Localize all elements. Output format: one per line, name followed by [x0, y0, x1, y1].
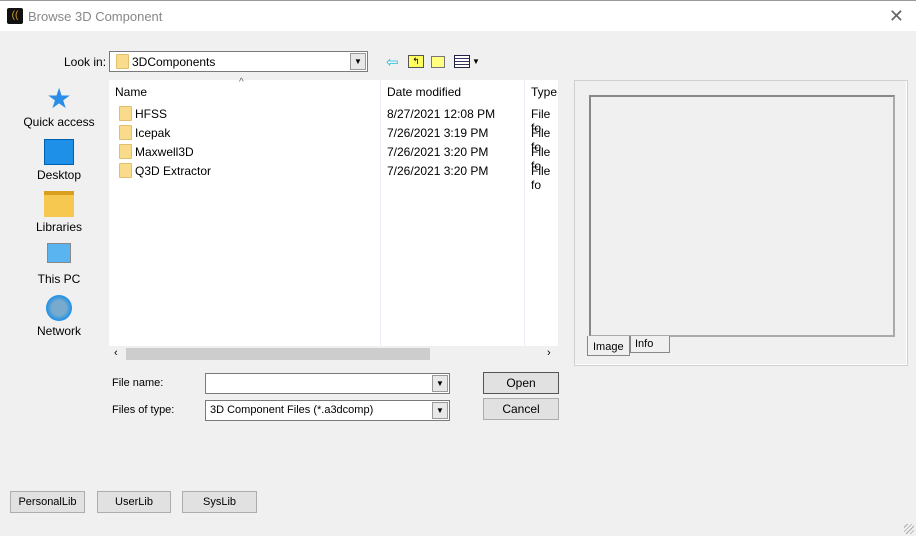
- network-icon: [46, 295, 72, 321]
- desktop-icon: [44, 139, 74, 165]
- file-name-input[interactable]: ▼: [205, 373, 450, 394]
- close-button[interactable]: ✕: [889, 6, 904, 27]
- file-date: 8/27/2021 12:08 PM: [387, 107, 496, 121]
- view-dropdown-arrow[interactable]: ▼: [472, 57, 480, 66]
- file-date: 7/26/2021 3:20 PM: [387, 164, 489, 178]
- user-lib-button[interactable]: UserLib: [97, 491, 171, 513]
- libraries-icon: [44, 191, 74, 217]
- file-name: Maxwell3D: [135, 145, 194, 159]
- tab-image[interactable]: Image: [587, 336, 630, 356]
- scroll-thumb[interactable]: [126, 348, 430, 360]
- view-menu-icon[interactable]: [454, 55, 470, 68]
- chevron-down-icon[interactable]: ▼: [432, 375, 448, 392]
- chevron-down-icon[interactable]: ▼: [350, 53, 366, 70]
- file-type-select[interactable]: 3D Component Files (*.a3dcomp) ▼: [205, 400, 450, 421]
- folder-icon: [119, 125, 132, 140]
- back-icon[interactable]: ⇦: [386, 53, 399, 71]
- file-row[interactable]: Icepak 7/26/2021 3:19 PM File fo: [109, 123, 558, 154]
- folder-icon: [116, 54, 129, 69]
- column-name[interactable]: Name: [115, 85, 147, 99]
- chevron-down-icon[interactable]: ▼: [432, 402, 448, 419]
- app-icon: ((: [7, 8, 23, 24]
- file-name: Q3D Extractor: [135, 164, 212, 178]
- file-date: 7/26/2021 3:20 PM: [387, 145, 489, 159]
- scroll-left-icon[interactable]: ‹: [114, 347, 118, 359]
- horizontal-scrollbar[interactable]: ‹ ›: [109, 346, 558, 362]
- folder-icon: [119, 144, 132, 159]
- file-name: Icepak: [135, 126, 171, 140]
- sys-lib-button[interactable]: SysLib: [182, 491, 257, 513]
- column-date[interactable]: Date modified: [387, 85, 461, 99]
- file-date: 7/26/2021 3:19 PM: [387, 126, 489, 140]
- new-folder-icon[interactable]: [431, 56, 445, 68]
- cancel-button[interactable]: Cancel: [483, 398, 559, 420]
- folder-icon: [119, 106, 132, 121]
- file-row[interactable]: HFSS 8/27/2021 12:08 PM File fo: [109, 104, 558, 135]
- place-label: This PC: [37, 272, 81, 286]
- file-type: File fo: [531, 164, 551, 192]
- title-bar: (( Browse 3D Component ✕: [0, 0, 916, 31]
- look-in-select[interactable]: 3DComponents ▼: [109, 51, 368, 72]
- file-row[interactable]: Q3D Extractor 7/26/2021 3:20 PM File fo: [109, 161, 558, 192]
- tab-info[interactable]: Info: [630, 336, 670, 353]
- personal-lib-button[interactable]: PersonalLib: [10, 491, 85, 513]
- file-name: HFSS: [135, 107, 168, 121]
- place-libraries[interactable]: Libraries: [10, 191, 108, 234]
- place-label: Desktop: [36, 168, 82, 182]
- place-label: Libraries: [35, 220, 83, 234]
- look-in-value: 3DComponents: [132, 55, 216, 69]
- preview-image-area: [589, 95, 895, 337]
- place-label: Network: [36, 324, 81, 338]
- file-name-label: File name:: [112, 377, 164, 389]
- file-type-label: Files of type:: [112, 404, 175, 416]
- file-type-value: 3D Component Files (*.a3dcomp): [210, 404, 374, 416]
- sort-arrow-icon: ^: [239, 77, 244, 88]
- resize-grip[interactable]: [904, 524, 914, 534]
- place-this-pc[interactable]: This PC: [10, 243, 108, 286]
- place-network[interactable]: Network: [10, 295, 108, 338]
- look-in-label: Look in:: [64, 55, 107, 69]
- scroll-right-icon[interactable]: ›: [547, 347, 551, 359]
- place-quick-access[interactable]: ★ Quick access: [10, 83, 108, 130]
- star-icon: ★: [46, 83, 72, 114]
- file-list[interactable]: ^ Name Date modified Type HFSS 8/27/2021 …: [109, 77, 558, 362]
- place-label: Quick access: [23, 115, 95, 129]
- computer-icon: [47, 243, 71, 263]
- up-folder-icon[interactable]: ↰: [408, 55, 424, 68]
- window-title: Browse 3D Component: [28, 9, 163, 24]
- folder-icon: [119, 163, 132, 178]
- column-type[interactable]: Type: [531, 85, 557, 99]
- file-row[interactable]: Maxwell3D 7/26/2021 3:20 PM File fo: [109, 142, 558, 173]
- place-desktop[interactable]: Desktop: [10, 139, 108, 182]
- open-button[interactable]: Open: [483, 372, 559, 394]
